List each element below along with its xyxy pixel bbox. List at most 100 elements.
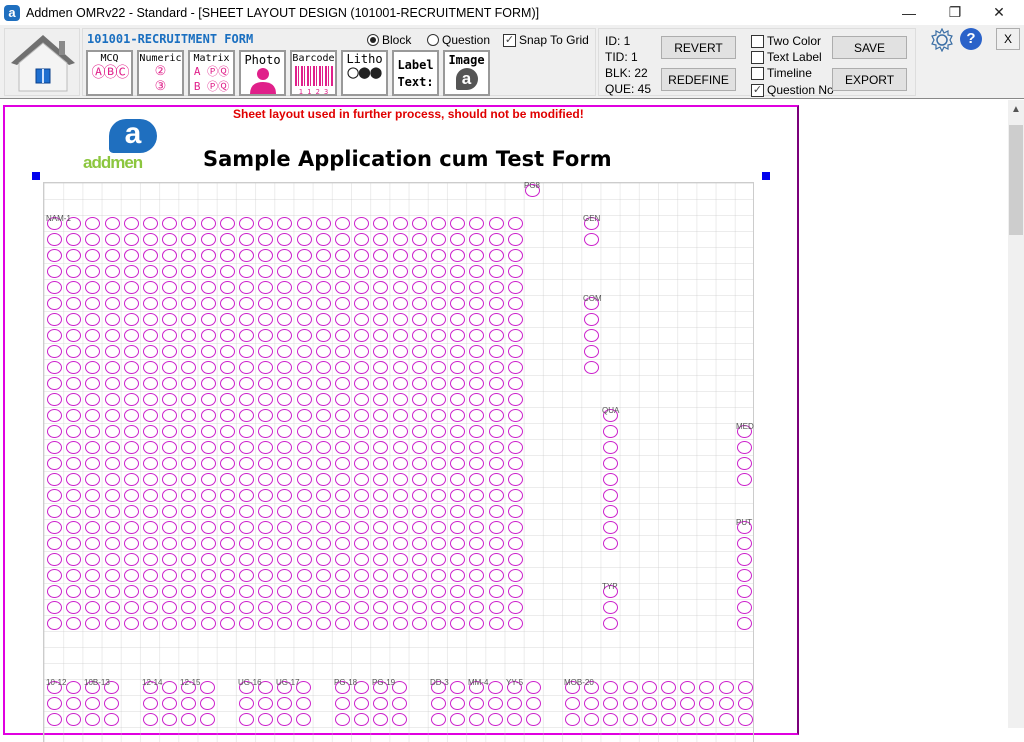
omr-bubble[interactable] <box>66 281 82 294</box>
omr-bubble[interactable] <box>200 217 216 230</box>
omr-bubble[interactable] <box>373 249 389 262</box>
omr-bubble[interactable] <box>181 313 197 326</box>
omr-bubble[interactable] <box>488 585 504 598</box>
omr-bubble[interactable] <box>85 473 101 486</box>
omr-bubble[interactable] <box>411 505 427 518</box>
omr-bubble[interactable] <box>411 441 427 454</box>
omr-bubble[interactable] <box>277 233 293 246</box>
omr-bubble[interactable] <box>219 377 235 390</box>
tool-photo[interactable]: Photo <box>239 50 286 96</box>
omr-bubble[interactable] <box>373 617 389 630</box>
omr-bubble[interactable] <box>373 361 389 374</box>
omr-bubble[interactable] <box>507 473 523 486</box>
omr-bubble[interactable] <box>354 265 370 278</box>
omr-bubble[interactable] <box>469 713 484 726</box>
omr-bubble[interactable] <box>469 345 485 358</box>
omr-bubble[interactable] <box>354 393 370 406</box>
omr-bubble[interactable] <box>450 505 466 518</box>
omr-bubble[interactable] <box>603 473 618 486</box>
omr-bubble[interactable] <box>219 425 235 438</box>
omr-bubble[interactable] <box>737 697 753 710</box>
omr-bubble[interactable] <box>488 521 504 534</box>
omr-bubble[interactable] <box>488 281 504 294</box>
omr-bubble[interactable] <box>277 441 293 454</box>
omr-bubble[interactable] <box>277 713 292 726</box>
omr-bubble[interactable] <box>162 281 178 294</box>
omr-bubble[interactable] <box>239 537 254 550</box>
omr-bubble[interactable] <box>143 265 158 278</box>
omr-bubble[interactable] <box>488 297 504 310</box>
omr-bubble[interactable] <box>373 569 389 582</box>
omr-bubble[interactable] <box>296 361 312 374</box>
omr-bubble[interactable] <box>488 681 504 694</box>
omr-bubble[interactable] <box>488 329 504 342</box>
omr-bubble[interactable] <box>488 569 504 582</box>
omr-bubble[interactable] <box>661 713 676 726</box>
omr-bubble[interactable] <box>181 569 197 582</box>
omr-bubble[interactable] <box>335 377 350 390</box>
omr-bubble[interactable] <box>219 329 235 342</box>
omr-bubble[interactable] <box>66 569 82 582</box>
omr-bubble[interactable] <box>373 489 389 502</box>
omr-bubble[interactable] <box>469 281 485 294</box>
omr-bubble[interactable] <box>373 521 389 534</box>
omr-bubble[interactable] <box>219 297 235 310</box>
omr-bubble[interactable] <box>392 297 408 310</box>
omr-bubble[interactable] <box>104 281 120 294</box>
omr-bubble[interactable] <box>277 409 293 422</box>
omr-bubble[interactable] <box>411 617 427 630</box>
omr-bubble[interactable] <box>162 265 178 278</box>
omr-bubble[interactable] <box>239 217 254 230</box>
omr-bubble[interactable] <box>296 217 312 230</box>
omr-bubble[interactable] <box>450 265 466 278</box>
omr-bubble[interactable] <box>315 601 331 614</box>
omr-bubble[interactable] <box>335 393 350 406</box>
omr-bubble[interactable] <box>47 281 62 294</box>
omr-bubble[interactable] <box>219 345 235 358</box>
omr-bubble[interactable] <box>335 713 350 726</box>
omr-bubble[interactable] <box>123 425 139 438</box>
omr-bubble[interactable] <box>469 457 485 470</box>
omr-bubble[interactable] <box>296 297 312 310</box>
omr-bubble[interactable] <box>162 601 178 614</box>
omr-bubble[interactable] <box>469 489 485 502</box>
omr-bubble[interactable] <box>507 297 523 310</box>
omr-bubble[interactable] <box>277 585 293 598</box>
omr-bubble[interactable] <box>181 473 197 486</box>
omr-bubble[interactable] <box>392 409 408 422</box>
omr-bubble[interactable] <box>200 377 216 390</box>
omr-bubble[interactable] <box>488 553 504 566</box>
omr-bubble[interactable] <box>258 329 274 342</box>
omr-bubble[interactable] <box>450 345 466 358</box>
omr-bubble[interactable] <box>450 681 466 694</box>
omr-bubble[interactable] <box>277 249 293 262</box>
omr-bubble[interactable] <box>469 361 485 374</box>
omr-bubble[interactable] <box>315 329 331 342</box>
omr-bubble[interactable] <box>354 617 370 630</box>
omr-bubble[interactable] <box>507 425 523 438</box>
tool-mcq[interactable]: MCQ ⒶⒷⒸ <box>86 50 133 96</box>
omr-bubble[interactable] <box>104 601 120 614</box>
omr-bubble[interactable] <box>258 377 274 390</box>
omr-bubble[interactable] <box>354 329 370 342</box>
omr-bubble[interactable] <box>507 409 523 422</box>
omr-bubble[interactable] <box>488 489 504 502</box>
omr-bubble[interactable] <box>431 361 446 374</box>
omr-bubble[interactable] <box>104 585 120 598</box>
omr-bubble[interactable] <box>66 425 82 438</box>
omr-bubble[interactable] <box>335 233 350 246</box>
omr-bubble[interactable] <box>296 281 312 294</box>
omr-bubble[interactable] <box>469 233 485 246</box>
omr-bubble[interactable] <box>239 345 254 358</box>
omr-bubble[interactable] <box>104 393 120 406</box>
omr-bubble[interactable] <box>315 345 331 358</box>
omr-bubble[interactable] <box>104 297 120 310</box>
omr-bubble[interactable] <box>143 345 158 358</box>
omr-bubble[interactable] <box>737 617 752 630</box>
omr-bubble[interactable] <box>162 457 178 470</box>
omr-bubble[interactable] <box>239 233 254 246</box>
omr-bubble[interactable] <box>488 713 504 726</box>
omr-bubble[interactable] <box>584 313 599 326</box>
omr-bubble[interactable] <box>104 697 120 710</box>
omr-bubble[interactable] <box>392 537 408 550</box>
